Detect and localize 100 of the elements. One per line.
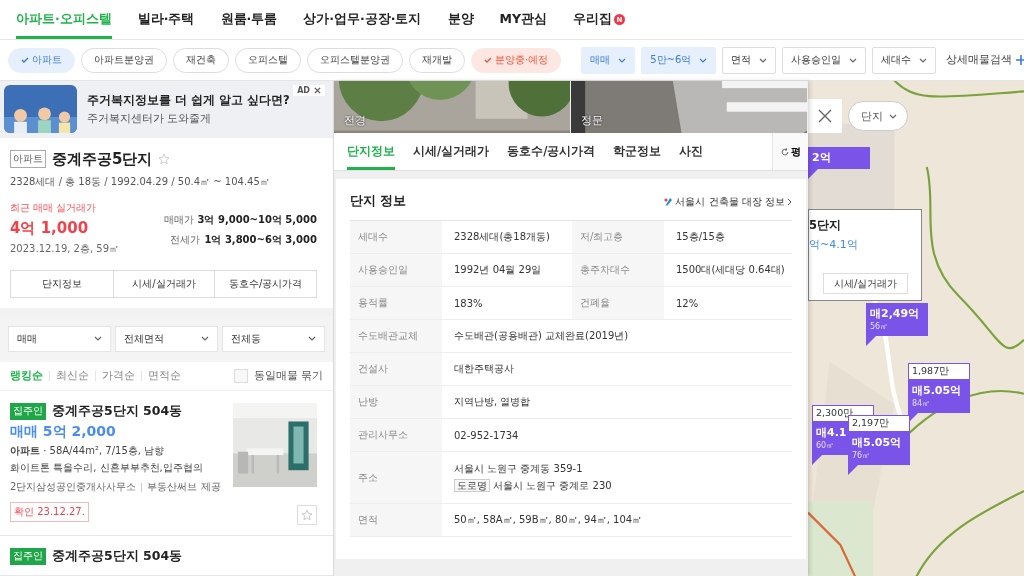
ad-label: AD (293, 85, 325, 96)
popup-button[interactable]: 시세/실거래가 (823, 273, 909, 294)
close-icon (818, 109, 832, 123)
row-label: 용적률 (350, 287, 442, 319)
row-value: 대한주택공사 (454, 362, 515, 376)
price-range: 1억 3,800~6억 3,000 (204, 233, 317, 245)
chevron-down-icon (618, 57, 627, 63)
range-label: 전세가 (170, 233, 201, 245)
filter-chip[interactable]: 아파트 (8, 47, 75, 73)
marker-price: 2억 (811, 150, 832, 165)
row-label: 사용승인일 (350, 254, 442, 286)
marker-price: 매2,49억 (869, 306, 921, 321)
check-icon (21, 57, 29, 63)
checkbox[interactable] (233, 368, 248, 383)
marker-price: 매5.05억 (911, 383, 963, 398)
recent-price: 4억 1,000 (10, 218, 90, 238)
photo-caption: 전경 (344, 113, 366, 128)
map-filter-dropdown[interactable]: 단지 (848, 101, 908, 131)
row-label: 건설사 (350, 353, 442, 385)
chevron-down-icon (919, 57, 928, 63)
row-label: 관리사무소 (350, 419, 442, 451)
chevron-down-icon (94, 336, 102, 342)
list-filter-select[interactable]: 전체동 (222, 325, 325, 352)
complex-summary: 2328세대 / 총 18동 / 1992.04.29 / 50.4㎡ ~ 104.45㎡ (10, 174, 271, 189)
nav-tab[interactable]: 상가·업무·공장·토지 (303, 0, 422, 39)
detail-tab[interactable]: 학군정보 (613, 133, 662, 170)
filter-dropdown[interactable]: 면적 (722, 46, 777, 74)
agent-name: 2단지삼성공인중개사사무소 (10, 480, 137, 494)
chevron-down-icon (201, 336, 209, 342)
detail-tab[interactable]: 동호수/공시가격 (507, 133, 596, 170)
row-label: 저/최고층 (572, 221, 664, 253)
row-value: 02-952-1734 (454, 429, 520, 441)
recent-price-label: 최근 매매 실거래가 (10, 200, 98, 215)
star-icon (158, 153, 171, 166)
marker-area: 76㎡ (848, 450, 875, 461)
filter-chip[interactable]: 아파트분양권 (81, 47, 167, 73)
filter-chip[interactable]: 오피스텔분양권 (307, 47, 403, 73)
detail-tab[interactable]: 사진 (679, 133, 704, 170)
chevron-down-icon (759, 57, 768, 63)
filter-dropdown[interactable]: 5만~6억 (641, 46, 717, 74)
sort-option[interactable]: 면적순 (148, 368, 181, 383)
chevron-down-icon (889, 113, 897, 119)
row-label: 난방 (350, 386, 442, 418)
owner-badge: 집주인 (10, 403, 46, 420)
sort-option[interactable]: 가격순 (102, 368, 135, 383)
confirmed-date: 확인 23.12.27. (10, 502, 89, 522)
row-value: 12% (676, 297, 700, 309)
filter-chip[interactable]: 재개발 (409, 47, 465, 73)
filter-dropdown[interactable]: 사용승인일 (782, 46, 867, 74)
row-label: 건폐율 (572, 287, 664, 319)
ad-banner[interactable]: 주거복지정보를 더 쉽게 알고 싶다면? 주거복지센터가 도와줄게 AD (0, 81, 333, 138)
marker-price: 매4.1 (815, 425, 848, 440)
nav-tab[interactable]: MY관심 (499, 0, 547, 39)
row-label: 세대수 (350, 221, 442, 253)
filter-dropdown[interactable]: 매매 (581, 46, 636, 74)
unit-toggle-button[interactable]: 평 (772, 133, 808, 170)
list-filter-select[interactable]: 전체면적 (115, 325, 218, 352)
row-value: 1992년 04월 29일 (454, 263, 543, 277)
marker-area: 84㎡ (908, 398, 935, 409)
filter-chip[interactable]: 재건축 (173, 47, 229, 73)
marker-area: 56㎡ (866, 321, 893, 332)
checkbox-label: 동일매물 묶기 (253, 368, 323, 383)
row-value: 1500대(세대당 0.64대) (676, 263, 786, 277)
star-icon (301, 509, 313, 521)
nav-tab[interactable]: 분양 (447, 0, 474, 39)
row-value: 50㎡, 58A㎡, 59B㎡, 80㎡, 94㎡, 104㎡ (454, 513, 644, 527)
filter-dropdown[interactable]: 세대수 (872, 46, 937, 74)
row-value: 2328세대(총18개동) (454, 230, 551, 244)
listing-price: 매매 5억 2,000 (10, 423, 117, 441)
marker-count: 1,987만 (909, 364, 969, 379)
row-label: 면적 (350, 504, 442, 536)
sort-option[interactable]: 최신순 (56, 368, 89, 383)
popup-name: 5단지 (809, 218, 842, 233)
list-filter-select[interactable]: 매매 (8, 325, 111, 352)
chevron-down-icon (308, 336, 316, 342)
listing-title: 중계주공5단지 504동 (52, 548, 183, 565)
nav-tab[interactable]: 원룸·투룸 (220, 0, 278, 39)
ad-subtitle: 주거복지센터가 도와줄게 (87, 110, 213, 126)
detail-search-button[interactable]: 상세매물검색 (942, 53, 1024, 67)
provider-text: 부동산써브 제공 (147, 480, 221, 494)
row-label: 총주차대수 (572, 254, 664, 286)
detail-tab[interactable]: 시세/실거래가 (413, 133, 490, 170)
plus-icon (1016, 55, 1024, 65)
listing-title: 중계주공5단지 504동 (52, 403, 183, 420)
complex-name: 중계주공5단지 (52, 149, 153, 169)
close-button[interactable] (808, 99, 842, 133)
price-range: 3억 9,000~10억 5,000 (197, 213, 317, 225)
nav-tab[interactable]: 빌라·주택 (137, 0, 195, 39)
section-title: 단지 정보 (350, 193, 407, 210)
marker-count: 2,197만 (849, 416, 909, 431)
close-icon[interactable] (314, 87, 321, 94)
listing-spec: 아파트 · 58A/44m², 7/15층, 남향 (10, 444, 166, 458)
listing-description: 화이트톤 특올수리, 신혼부부추천,입주협의 (10, 461, 204, 475)
chevron-down-icon (699, 57, 708, 63)
ad-title: 주거복지정보를 더 쉽게 알고 싶다면? (87, 92, 290, 108)
filter-chip[interactable]: 오피스텔 (235, 47, 301, 73)
building-register-link[interactable]: 서울시 건축물 대장 정보 (664, 194, 792, 209)
pin-icon (664, 196, 674, 207)
chevron-down-icon (849, 57, 858, 63)
type-badge: 아파트 (10, 150, 46, 169)
